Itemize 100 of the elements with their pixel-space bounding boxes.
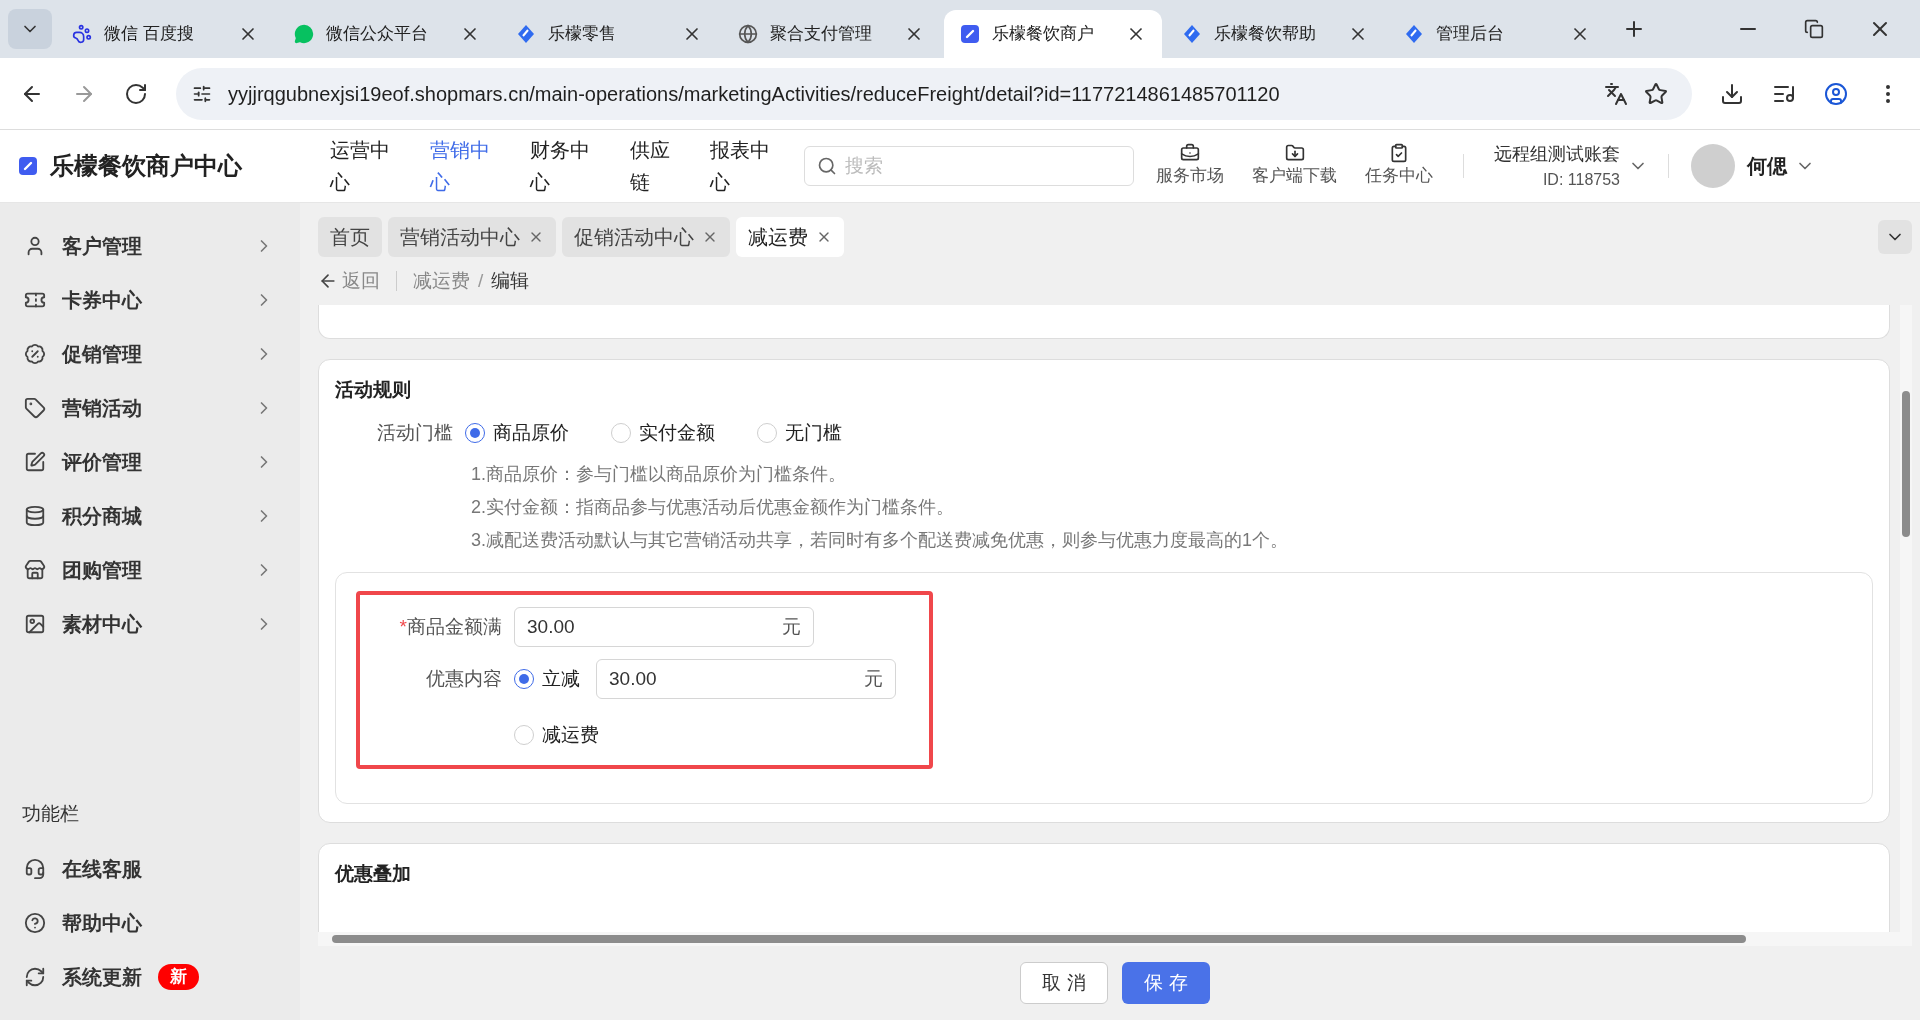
page-tab[interactable]: 营销活动中心 (388, 217, 556, 257)
field-label: 优惠内容 (425, 667, 503, 691)
hint-text: 2.实付金额：指商品参与优惠活动后优惠金额作为门槛条件。 (471, 496, 955, 519)
breadcrumb-item: 编辑 (491, 268, 530, 293)
restore-icon[interactable] (1804, 19, 1824, 39)
section-heading: 活动规则 (335, 378, 412, 402)
toolbar-item[interactable]: 服务市场 (1156, 143, 1224, 189)
tab-title: 聚合支付管理 (770, 23, 873, 46)
menu-item-icon (24, 397, 46, 419)
account-name: 远程组测试账套 (1494, 142, 1620, 166)
cancel-button[interactable]: 取 消 (1020, 962, 1108, 1004)
diamond-logo-icon (1182, 24, 1202, 44)
globe-icon (738, 24, 758, 44)
sidebar-link[interactable]: 系统更新 (62, 962, 142, 992)
account-id: ID: 118753 (1542, 169, 1620, 190)
sidebar-link[interactable]: 帮助中心 (62, 908, 142, 938)
sidebar-item[interactable]: 客户管理 (0, 219, 300, 273)
required-asterisk: * (399, 615, 407, 637)
search-icon (817, 156, 837, 176)
paw-icon (72, 24, 92, 44)
hint-text: 3.减配送费活动默认与其它营销活动共享，若同时有多个配送费减免优惠，则参与优惠力度最高的1个。 (471, 529, 1290, 552)
tab-title: 微信 百度搜 (104, 23, 195, 46)
profile-icon[interactable] (1824, 81, 1848, 106)
radio-label[interactable]: 实付金额 (639, 418, 715, 447)
new-badge: 新 (158, 964, 199, 990)
nav-link[interactable]: 财务中心 (530, 134, 594, 198)
brand-name: 乐檬餐饮商户中心 (50, 151, 242, 181)
diamond-logo-icon (516, 24, 536, 44)
nav-link[interactable]: 营销中心 (430, 134, 494, 198)
hint-text: 1.商品原价：参与门槛以商品原价为门槛条件。 (471, 463, 847, 486)
menu-item-icon (24, 966, 46, 988)
menu-item-icon (24, 912, 46, 934)
menu-item-icon (24, 451, 46, 473)
toolbar-icon (1389, 143, 1409, 164)
bookmark-star-icon[interactable] (1644, 81, 1668, 106)
address-bar[interactable]: yyjjrqgubnexjsi19eof.shopmars.cn/main-operations/marketingActivities/reduceFreight/detail?id=1177214861485701120 (176, 67, 1692, 120)
app-logo-icon (18, 156, 38, 176)
breadcrumb-separator: / (478, 268, 484, 293)
vertical-scrollbar[interactable] (1900, 305, 1912, 946)
radio-button[interactable] (465, 422, 485, 443)
sidebar-item[interactable]: 营销活动 (0, 381, 300, 435)
tab-title: 微信公众平台 (326, 23, 429, 46)
sidebar-item[interactable]: 团购管理 (0, 543, 300, 597)
browser-tab[interactable]: 乐檬餐饮帮助 (1166, 10, 1384, 58)
url-text: yyjjrqgubnexjsi19eof.shopmars.cn/main-operations/marketingActivities/reduceFreight/detail?id=1177214861485701120 (228, 81, 1281, 107)
sidebar-item[interactable]: 卡券中心 (0, 273, 300, 327)
nav-link[interactable]: 运营中心 (330, 134, 394, 198)
toolbar-icon (1180, 143, 1200, 164)
toolbar-item[interactable]: 客户端下载 (1252, 143, 1337, 189)
unit-label: 元 (864, 666, 883, 691)
nav-link[interactable]: 供应链 (630, 134, 674, 198)
browser-tab[interactable]: 管理后台 (1388, 10, 1606, 58)
chat-bubble-icon (294, 24, 314, 44)
diamond-logo-icon (1404, 24, 1424, 44)
unit-label: 元 (782, 614, 801, 639)
field-label: *商品金额满 (398, 614, 503, 639)
horizontal-scrollbar[interactable] (318, 932, 1900, 946)
download-icon[interactable] (1720, 81, 1744, 106)
radio-label[interactable]: 减运费 (542, 720, 599, 750)
browser-tab[interactable]: 微信 百度搜 (56, 10, 274, 58)
browser-tab[interactable]: 聚合支付管理 (722, 10, 940, 58)
page-tab[interactable]: 减运费 (736, 217, 844, 257)
menu-item-icon (24, 505, 46, 527)
sidebar-item[interactable]: 素材中心 (0, 597, 300, 651)
discount-input[interactable]: 30.00 元 (596, 659, 896, 699)
browser-tab[interactable]: 微信公众平台 (278, 10, 496, 58)
menu-item-icon (24, 343, 46, 365)
sidebar-item[interactable]: 评价管理 (0, 435, 300, 489)
menu-item-icon (24, 613, 46, 635)
page-tab[interactable]: 首页 (318, 217, 382, 257)
tab-title: 管理后台 (1436, 23, 1505, 46)
account-switcher[interactable]: 远程组测试账套 ID: 118753 (1494, 140, 1648, 192)
toolbar-icon (1284, 143, 1305, 164)
browser-tab[interactable]: 乐檬零售 (500, 10, 718, 58)
menu-item-icon (24, 559, 46, 581)
radio-button[interactable] (514, 669, 534, 689)
radio-label[interactable]: 无门槛 (785, 418, 842, 447)
browser-tab[interactable]: 乐檬餐饮商户 (944, 10, 1162, 58)
page-tab[interactable]: 促销活动中心 (562, 217, 730, 257)
sidebar-link[interactable]: 在线客服 (62, 854, 142, 884)
reload-icon[interactable] (124, 81, 148, 106)
radio-label[interactable]: 商品原价 (493, 418, 569, 447)
user-name: 何偲 (1747, 154, 1787, 179)
nav-link[interactable]: 报表中心 (710, 134, 774, 198)
section-title: 功能栏 (21, 801, 80, 826)
field-label: 活动门槛 (377, 420, 453, 445)
menu-item-icon (24, 858, 46, 880)
save-button[interactable]: 保 存 (1122, 962, 1210, 1004)
app-logo-icon (960, 24, 980, 44)
translate-icon[interactable] (1604, 81, 1628, 106)
sidebar-item[interactable]: 促销管理 (0, 327, 300, 381)
tab-title: 乐檬餐饮商户 (992, 23, 1095, 46)
toolbar-item[interactable]: 任务中心 (1365, 143, 1433, 189)
radio-label[interactable]: 立减 (542, 664, 580, 694)
site-info-icon[interactable] (192, 83, 212, 104)
tab-title: 乐檬零售 (548, 23, 617, 46)
tab-title: 乐檬餐饮帮助 (1214, 23, 1317, 46)
section-heading: 优惠叠加 (335, 862, 412, 886)
amount-input[interactable]: 30.00 元 (514, 607, 814, 647)
sidebar-item[interactable]: 积分商城 (0, 489, 300, 543)
